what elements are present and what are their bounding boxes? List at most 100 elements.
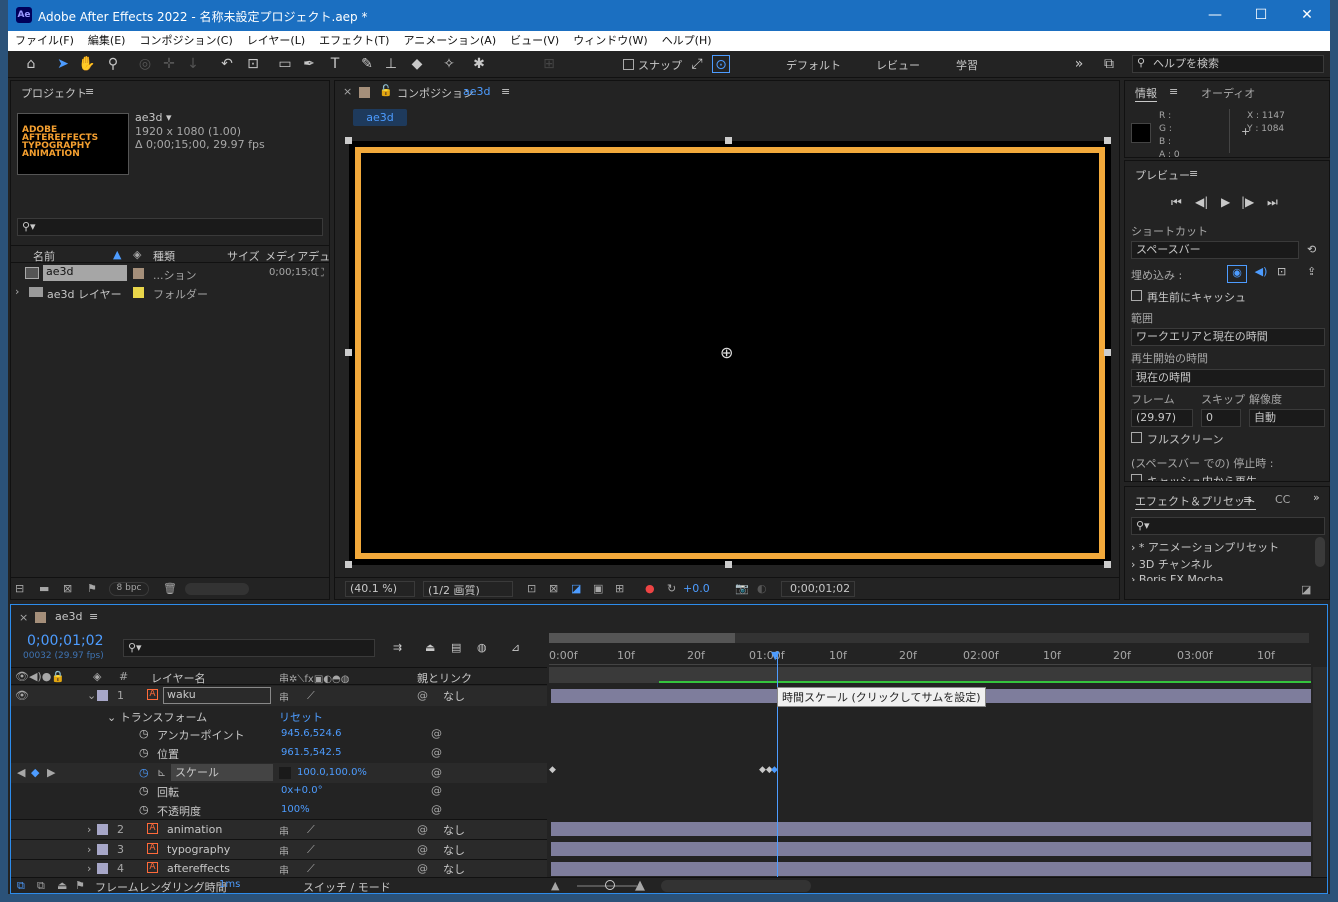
effects-search-input[interactable]: ⚲▾ — [1131, 517, 1325, 535]
prop-scale-value[interactable]: 100.0,100.0% — [297, 767, 367, 778]
project-item-row[interactable]: › ae3d レイヤー フォルダー — [11, 283, 329, 302]
audio-tab[interactable]: オーディオ — [1201, 85, 1255, 101]
anchor-point-icon[interactable]: ⊕ — [720, 343, 733, 362]
effects-item[interactable]: › 3D チャンネル — [1131, 556, 1213, 572]
layer-track-typography[interactable] — [551, 842, 1311, 856]
channel-icon[interactable]: ● — [645, 582, 655, 595]
lock-icon[interactable]: 🔓 — [379, 84, 393, 97]
menu-window[interactable]: ウィンドウ(W) — [566, 31, 654, 51]
sort-arrow-icon[interactable]: ▲ — [113, 248, 121, 261]
project-search-input[interactable]: ⚲▾ — [17, 218, 323, 236]
zoom-out-icon[interactable]: ▲ — [551, 879, 559, 892]
parent-dropdown[interactable]: なし — [439, 861, 525, 877]
label-tag-icon[interactable]: ◈ — [133, 248, 141, 261]
snap-edges-icon[interactable]: ⤢ — [688, 55, 706, 73]
work-area-bar[interactable] — [549, 667, 1311, 683]
collapse-switch-icon[interactable]: 串 — [279, 823, 289, 838]
more-panels-icon[interactable]: » — [1313, 491, 1320, 504]
first-frame-icon[interactable]: ⏮ — [1171, 195, 1182, 210]
close-button[interactable]: ✕ — [1284, 0, 1330, 31]
audio-icon[interactable]: ◀) — [1251, 265, 1271, 283]
home-icon[interactable]: ⌂ — [22, 55, 40, 73]
parent-dropdown[interactable]: なし — [439, 688, 525, 704]
navigator-range[interactable] — [549, 633, 735, 643]
handle[interactable] — [345, 349, 352, 356]
project-item-row[interactable]: ae3d ...ション 0;00;15;0 ⛶ — [11, 264, 329, 283]
workspace-learn[interactable]: 学習 — [956, 57, 978, 73]
bit-depth-button[interactable]: 8 bpc — [109, 582, 149, 596]
label-color-swatch[interactable] — [133, 287, 144, 298]
chevron-right-icon[interactable]: › — [15, 285, 19, 298]
comp-tab[interactable]: ae3d — [353, 109, 407, 126]
layer-name[interactable]: waku — [163, 687, 271, 704]
pen-tool-icon[interactable]: ✒ — [300, 55, 318, 73]
layer-name[interactable]: typography — [167, 843, 230, 856]
layer-row[interactable]: › 4 A aftereffects 串 ⟋ @ なし — [11, 859, 547, 877]
handle[interactable] — [725, 561, 732, 568]
last-frame-icon[interactable]: ⏭ — [1267, 195, 1278, 210]
menu-effect[interactable]: エフェクト(T) — [312, 31, 396, 51]
column-size[interactable]: サイズ — [227, 248, 260, 264]
mask-visibility-icon[interactable]: ◪ — [571, 582, 581, 595]
guides-icon[interactable]: ⊞ — [615, 582, 624, 595]
pickwhip-icon[interactable]: @ — [431, 803, 442, 816]
pickwhip-icon[interactable]: @ — [417, 689, 428, 702]
handle[interactable] — [725, 137, 732, 144]
more-workspaces-icon[interactable]: » — [1070, 55, 1088, 73]
flowchart-icon[interactable]: ⛶ — [316, 266, 324, 280]
effects-item[interactable]: › Boris FX Mocha — [1131, 573, 1223, 581]
in-out-icon[interactable]: ⏏ — [57, 879, 67, 892]
region-of-interest-icon[interactable]: ▣ — [593, 582, 603, 595]
reset-exposure-icon[interactable]: ↻ — [667, 582, 676, 595]
prop-anchor-value[interactable]: 945.6,524.6 — [281, 728, 341, 739]
keyframe-icon[interactable]: ◆ — [31, 766, 39, 779]
comp-viewer[interactable]: ⊕ — [345, 137, 1111, 568]
adjust-settings-icon[interactable]: ⚑ — [87, 582, 97, 595]
menu-help[interactable]: ヘルプ(H) — [655, 31, 719, 51]
prev-frame-icon[interactable]: ◀| — [1195, 195, 1208, 209]
type-tool-icon[interactable]: T — [326, 55, 344, 73]
stopwatch-icon[interactable]: ◷ — [139, 727, 149, 740]
quality-switch-icon[interactable]: ⟋ — [307, 823, 315, 837]
chevron-right-icon[interactable]: › — [87, 823, 91, 836]
label-color-swatch[interactable] — [97, 844, 108, 855]
project-comp-name[interactable]: ae3d ▾ — [135, 111, 172, 124]
menu-file[interactable]: ファイル(F) — [8, 31, 81, 51]
playhead-line[interactable] — [777, 651, 778, 877]
video-eye-icon[interactable]: ◉ — [1227, 265, 1247, 283]
preview-title[interactable]: プレビュー — [1135, 167, 1190, 183]
effects-scrollbar[interactable] — [1315, 537, 1325, 567]
playhead-icon[interactable]: ▼ — [771, 649, 779, 662]
orbit-tool-icon[interactable]: ◎ — [136, 55, 154, 73]
next-keyframe-icon[interactable]: ▶ — [47, 766, 55, 779]
graph-icon[interactable]: ⊾ — [157, 766, 166, 779]
cache-checkbox[interactable] — [1131, 290, 1142, 301]
new-comp-icon[interactable]: ⊠ — [63, 582, 72, 595]
chevron-down-icon[interactable]: ⌄ — [87, 689, 96, 702]
brush-tool-icon[interactable]: ✎ — [358, 55, 376, 73]
prop-opacity-value[interactable]: 100% — [281, 804, 310, 815]
panel-menu-icon[interactable]: ≡ — [501, 85, 510, 98]
pan-tool-icon[interactable]: ✛ — [160, 55, 178, 73]
handle[interactable] — [1104, 349, 1111, 356]
close-icon[interactable]: × — [343, 85, 352, 98]
panel-menu-icon[interactable]: ≡ — [1189, 167, 1198, 180]
timeline-scrollbar[interactable] — [1313, 667, 1327, 877]
project-panel-title[interactable]: プロジェクト — [21, 85, 87, 101]
layer-row[interactable]: 👁 ⌄ 1 A waku 串 ⟋ @ なし — [11, 686, 547, 706]
keyframe-icon[interactable]: ◆ — [549, 765, 556, 775]
pickwhip-icon[interactable]: @ — [417, 843, 428, 856]
eye-icon[interactable]: 👁 — [15, 689, 29, 702]
frame-blending-icon[interactable]: ▤ — [451, 641, 461, 654]
label-color-swatch[interactable] — [97, 824, 108, 835]
collapse-switch-icon[interactable]: 串 — [279, 689, 289, 704]
pan-behind-tool-icon[interactable]: ⊡ — [244, 55, 262, 73]
stopwatch-icon[interactable]: ◷ — [139, 803, 149, 816]
transform-group[interactable]: ⌄ トランスフォーム — [107, 709, 207, 725]
transparency-grid-icon[interactable]: ⊠ — [549, 582, 558, 595]
next-frame-icon[interactable]: |▶ — [1241, 195, 1254, 209]
eraser-tool-icon[interactable]: ◆ — [408, 55, 426, 73]
zoom-slider-handle[interactable] — [605, 880, 615, 890]
close-icon[interactable]: × — [19, 611, 28, 624]
new-folder-icon[interactable]: ▬ — [39, 582, 49, 595]
